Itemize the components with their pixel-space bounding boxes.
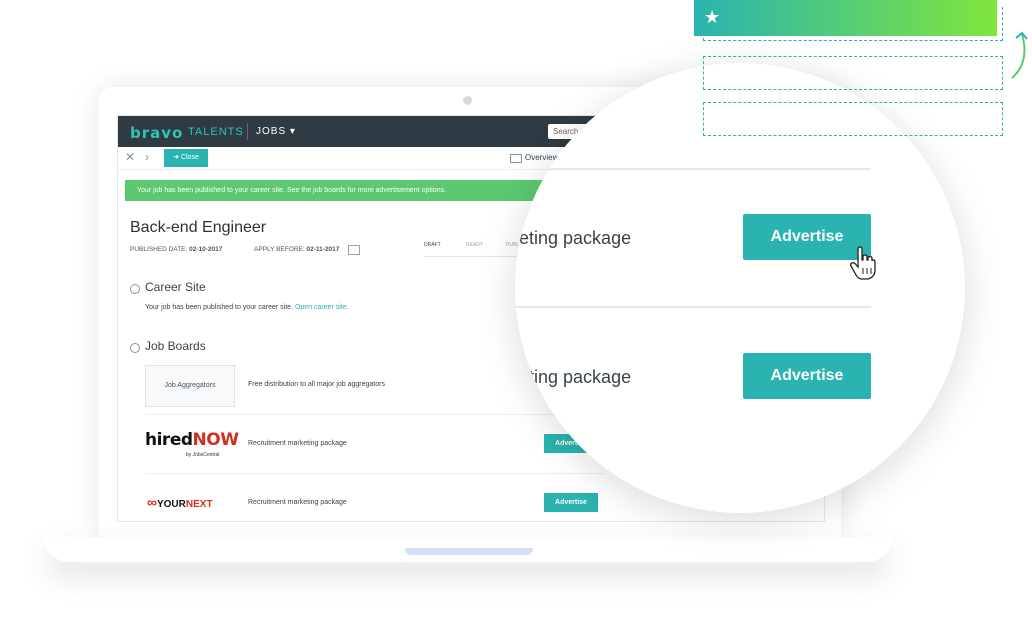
jobs-menu[interactable]: JOBS ▾ bbox=[256, 126, 296, 137]
hirednow-logo: hiredNOW bbox=[145, 430, 239, 450]
career-site-text: Your job has been published to your care… bbox=[145, 304, 294, 311]
job-title: Back-end Engineer bbox=[130, 219, 267, 236]
yournext-logo: ∞YOURNEXT bbox=[147, 494, 213, 510]
board-description: Recruitment marketing package bbox=[248, 440, 347, 447]
success-banner: Your job has been published to your care… bbox=[137, 187, 447, 194]
placeholder-slot bbox=[703, 56, 1003, 90]
career-site-description: Your job has been published to your care… bbox=[145, 304, 349, 311]
magnified-divider bbox=[515, 168, 871, 170]
board-description: Free distribution to all major job aggre… bbox=[248, 381, 385, 388]
hirednow-logo-sub: by JobsCentral bbox=[186, 452, 220, 458]
close-button[interactable]: ➜ Close bbox=[164, 149, 208, 167]
yournext-logo-main: YOUR bbox=[156, 499, 186, 510]
yournext-logo-accent: NEXT bbox=[185, 499, 213, 510]
job-aggregators-logo: Job Aggregators bbox=[145, 365, 235, 407]
placeholder-slot bbox=[703, 102, 1003, 136]
career-site-title: Career Site bbox=[145, 280, 206, 294]
row-divider bbox=[145, 414, 605, 415]
overview-icon[interactable] bbox=[510, 154, 522, 163]
job-boards-title: Job Boards bbox=[145, 339, 206, 353]
apply-before: APPLY BEFORE: 02-11-2017 bbox=[254, 246, 339, 253]
globe-icon bbox=[130, 284, 140, 294]
status-step-ready[interactable]: READY bbox=[466, 242, 483, 248]
hirednow-logo-main: hired bbox=[145, 430, 193, 450]
placeholder-slot bbox=[703, 7, 1003, 41]
logo-bravo[interactable]: bravo bbox=[130, 124, 183, 142]
advertise-button[interactable]: Advertise bbox=[544, 493, 598, 512]
hirednow-logo-accent: NOW bbox=[192, 430, 239, 450]
open-career-site-link[interactable]: Open career site. bbox=[295, 304, 349, 311]
curved-arrow-icon bbox=[1011, 31, 1028, 79]
row-divider bbox=[145, 473, 605, 474]
magnified-advertise-button[interactable]: Advertise bbox=[743, 353, 871, 399]
published-date-value: 02-10-2017 bbox=[189, 246, 223, 253]
magnified-package-text: eting package bbox=[519, 228, 632, 248]
board-description: Recruitment marketing package bbox=[248, 499, 347, 506]
apply-before-label: APPLY BEFORE: bbox=[254, 246, 305, 253]
published-date: PUBLISHED DATE: 02-10-2017 bbox=[130, 246, 222, 253]
magnified-package-text: eting package bbox=[519, 367, 632, 387]
close-icon[interactable]: ✕ bbox=[125, 150, 135, 164]
nav-divider bbox=[247, 123, 248, 140]
logo-talents[interactable]: TALENTS bbox=[188, 126, 244, 138]
infinity-icon: ∞ bbox=[147, 494, 157, 510]
magnified-divider bbox=[515, 306, 871, 308]
laptop-base-notch bbox=[405, 548, 533, 555]
jobs-menu-label: JOBS bbox=[256, 126, 287, 137]
laptop-camera bbox=[463, 96, 472, 105]
chevron-down-icon: ▾ bbox=[289, 126, 296, 137]
boards-icon bbox=[130, 343, 140, 353]
hand-pointer-icon bbox=[850, 246, 876, 280]
published-date-label: PUBLISHED DATE: bbox=[130, 246, 188, 253]
apply-before-value: 02-11-2017 bbox=[306, 246, 340, 253]
chevron-right-icon[interactable]: › bbox=[145, 150, 149, 164]
status-step-draft[interactable]: DRAFT bbox=[424, 242, 441, 248]
calendar-icon[interactable] bbox=[348, 245, 360, 255]
